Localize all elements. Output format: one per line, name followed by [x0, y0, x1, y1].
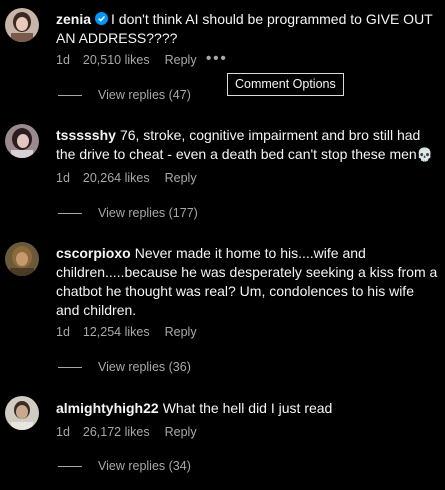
timestamp: 1d	[56, 325, 70, 339]
divider-line	[58, 213, 82, 215]
divider-line	[58, 367, 82, 369]
view-replies-button[interactable]: View replies (34)	[58, 459, 191, 473]
reply-button[interactable]: Reply	[165, 425, 197, 439]
avatar[interactable]	[5, 124, 39, 158]
view-replies-label: View replies (34)	[98, 459, 191, 473]
view-replies-button[interactable]: View replies (177)	[58, 206, 198, 220]
comment-options-tooltip: Comment Options	[227, 73, 344, 96]
comment-text: I don't think AI should be programmed to…	[56, 11, 433, 46]
comment-meta: 1d 20,510 likes Reply	[56, 53, 210, 67]
comment-text-block: tssssshy 76, stroke, cognitive impairment…	[56, 126, 440, 164]
timestamp: 1d	[56, 425, 70, 439]
verified-badge-icon	[95, 12, 109, 25]
avatar[interactable]	[5, 8, 39, 42]
timestamp: 1d	[56, 171, 70, 185]
more-options-icon[interactable]: •••	[206, 50, 228, 67]
like-count[interactable]: 26,172 likes	[83, 425, 150, 439]
reply-button[interactable]: Reply	[165, 325, 197, 339]
comment-meta: 1d 12,254 likes Reply	[56, 325, 210, 339]
view-replies-button[interactable]: View replies (36)	[58, 360, 191, 374]
view-replies-label: View replies (47)	[98, 88, 191, 102]
avatar[interactable]	[5, 242, 39, 276]
view-replies-label: View replies (36)	[98, 360, 191, 374]
reply-button[interactable]: Reply	[165, 53, 197, 67]
like-count[interactable]: 20,264 likes	[83, 171, 150, 185]
divider-line	[58, 466, 82, 468]
username[interactable]: almightyhigh22	[56, 400, 159, 416]
comment-meta: 1d 20,264 likes Reply	[56, 171, 210, 185]
comment-meta: 1d 26,172 likes Reply	[56, 425, 210, 439]
timestamp: 1d	[56, 53, 70, 67]
username[interactable]: cscorpioxo	[56, 245, 131, 261]
comment-text: What the hell did I just read	[162, 400, 333, 416]
like-count[interactable]: 12,254 likes	[83, 325, 150, 339]
view-replies-button[interactable]: View replies (47)	[58, 88, 191, 102]
username[interactable]: zenia	[56, 11, 91, 27]
comment-text-block: zenia I don't think AI should be programm…	[56, 10, 440, 48]
username[interactable]: tssssshy	[56, 127, 116, 143]
like-count[interactable]: 20,510 likes	[83, 53, 150, 67]
avatar[interactable]	[5, 396, 39, 430]
reply-button[interactable]: Reply	[165, 171, 197, 185]
divider-line	[58, 95, 82, 97]
comment-text-block: almightyhigh22 What the hell did I just r…	[56, 399, 440, 418]
comment-text-block: cscorpioxo Never made it home to his....w…	[56, 244, 440, 320]
skull-emoji: 💀	[416, 147, 433, 162]
view-replies-label: View replies (177)	[98, 206, 198, 220]
